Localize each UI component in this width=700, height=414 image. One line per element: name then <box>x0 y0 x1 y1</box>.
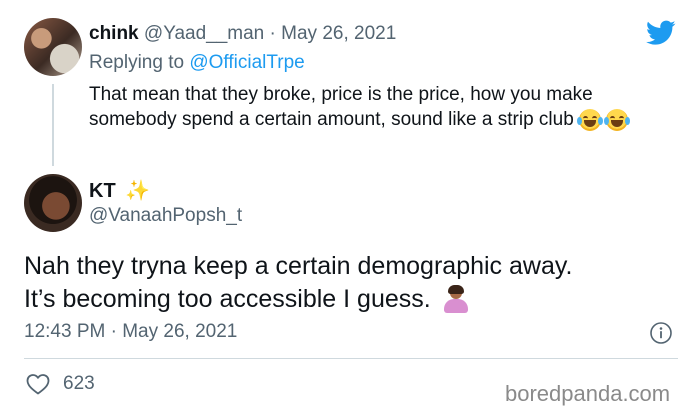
main-author-avatar[interactable] <box>24 174 82 232</box>
reply-author-avatar[interactable] <box>24 18 82 76</box>
reply-tweet-text: That mean that they broke, price is the … <box>89 84 593 130</box>
replying-to-prefix: Replying to <box>89 52 185 73</box>
thread-connector-line <box>52 84 54 166</box>
main-tweet-meta-separator: · <box>110 321 117 342</box>
main-author-handle[interactable]: @VanaahPopsh_t <box>89 205 242 227</box>
main-tweet-time[interactable]: 12:43 PM <box>24 321 105 342</box>
main-tweet-text-line2: It’s becoming too accessible I guess. <box>24 285 431 313</box>
reply-author-handle[interactable]: @Yaad__man <box>144 23 264 44</box>
reply-header: chink @Yaad__man · May 26, 2021 <box>89 23 396 45</box>
main-author-name[interactable]: KT <box>89 180 116 202</box>
replying-to-mention[interactable]: @OfficialTrpe <box>189 52 304 73</box>
tweet-divider <box>24 358 678 359</box>
main-tweet-timestamp[interactable]: 12:43 PM · May 26, 2021 <box>24 321 237 343</box>
twitter-bird-icon[interactable] <box>646 20 676 46</box>
replying-to-line: Replying to @OfficialTrpe <box>89 52 305 74</box>
reply-meta-separator: · <box>269 23 276 44</box>
main-tweet-date[interactable]: May 26, 2021 <box>122 321 237 342</box>
reply-tweet-body: That mean that they broke, price is the … <box>89 82 679 132</box>
heart-icon[interactable] <box>26 373 50 395</box>
main-tweet-text-line2-wrap: It’s becoming too accessible I guess. <box>24 283 684 316</box>
tears-of-joy-emoji-icon <box>577 108 604 131</box>
main-author-name-line[interactable]: KT ✨ <box>89 178 150 203</box>
like-count[interactable]: 623 <box>63 373 95 395</box>
person-shrugging-emoji-icon <box>442 285 470 315</box>
reply-author-name[interactable]: chink <box>89 23 139 44</box>
main-tweet-body: Nah they tryna keep a certain demographi… <box>24 250 684 316</box>
reply-date[interactable]: May 26, 2021 <box>281 23 396 44</box>
info-icon[interactable] <box>649 321 673 345</box>
watermark-text: boredpanda.com <box>505 381 671 406</box>
tears-of-joy-emoji-icon <box>604 108 631 131</box>
sparkles-emoji-icon: ✨ <box>125 180 151 202</box>
main-tweet-text-line1: Nah they tryna keep a certain demographi… <box>24 252 573 280</box>
